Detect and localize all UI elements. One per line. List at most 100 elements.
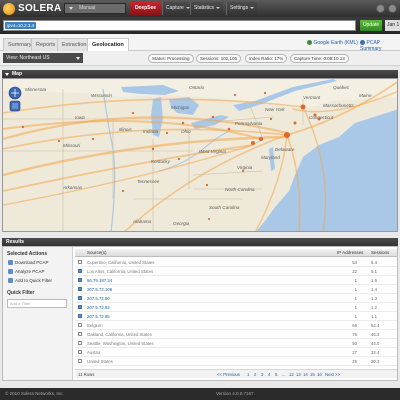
page-link[interactable]: ... bbox=[282, 372, 286, 377]
row-ip-count: 1 bbox=[354, 277, 357, 283]
row-checkbox[interactable] bbox=[78, 296, 82, 300]
map-label: Alabama bbox=[132, 219, 152, 224]
profile-select[interactable]: Manual bbox=[64, 3, 126, 14]
page-link[interactable]: 5 bbox=[275, 372, 277, 377]
page-link[interactable]: 14 bbox=[303, 372, 308, 377]
row-ip-count: 27 bbox=[352, 349, 357, 355]
view-select-value: View: Northeast US bbox=[6, 55, 50, 61]
table-row[interactable]: 207.5.72.95 1 1.1 bbox=[75, 312, 397, 321]
help-icon[interactable] bbox=[376, 4, 385, 13]
add-quick-filter-action[interactable]: Add to Quick Filter bbox=[8, 278, 52, 284]
page-link[interactable]: 4 bbox=[268, 372, 270, 377]
row-ip-count: 22 bbox=[352, 268, 357, 274]
row-checkbox[interactable] bbox=[78, 287, 82, 291]
deepsee-button[interactable]: DeepSee bbox=[130, 2, 161, 15]
page-link[interactable]: 15 bbox=[310, 372, 315, 377]
tab-geolocation[interactable]: Geolocation bbox=[87, 38, 129, 52]
tab-reports[interactable]: Reports bbox=[31, 38, 61, 51]
row-source: 207.5.72.90 bbox=[87, 295, 110, 301]
brand-name: SOLERA bbox=[18, 3, 62, 14]
map-label: Indiana bbox=[143, 129, 159, 134]
row-sessions: 1.1 bbox=[371, 313, 377, 319]
results-panel-header[interactable]: Results bbox=[2, 238, 398, 246]
status-capture-time: Capture Time: 0:08:10.13 bbox=[290, 54, 349, 63]
page-link[interactable]: 13 bbox=[296, 372, 301, 377]
previous-page-link[interactable]: << Previous bbox=[217, 372, 240, 377]
column-header-ip-addresses[interactable]: IP Addresses bbox=[337, 250, 363, 255]
row-ip-count: 25 bbox=[352, 358, 357, 364]
brand-logo[interactable]: SOLERA bbox=[3, 2, 61, 15]
chevron-down-icon bbox=[76, 56, 80, 60]
next-page-link[interactable]: Next >> bbox=[325, 372, 340, 377]
page-link[interactable]: 1 bbox=[247, 372, 249, 377]
map-panel-header[interactable]: Map bbox=[2, 70, 398, 78]
document-icon bbox=[360, 40, 365, 45]
menu-capture[interactable]: Capture bbox=[162, 2, 193, 15]
table-row[interactable]: 207.5.72.90 1 1.3 bbox=[75, 294, 397, 303]
map-label: Québec bbox=[333, 85, 350, 90]
row-checkbox[interactable] bbox=[78, 323, 82, 327]
table-row[interactable]: Oakland, California, United States 76 46.3 bbox=[75, 330, 397, 339]
table-row[interactable]: 207.5.72.93 1 1.2 bbox=[75, 303, 397, 312]
geolocation-map[interactable]: Minnesota Wisconsin Ontario Québec Michi… bbox=[2, 78, 398, 232]
download-icon bbox=[8, 260, 13, 265]
table-row[interactable]: Austria 27 32.4 bbox=[75, 348, 397, 357]
map-canvas[interactable]: Minnesota Wisconsin Ontario Québec Michi… bbox=[3, 79, 398, 232]
row-checkbox[interactable] bbox=[78, 314, 82, 318]
quick-filter-input[interactable]: Add a Filter bbox=[7, 299, 67, 308]
analyze-pcap-action[interactable]: Analyze PCAP bbox=[8, 269, 45, 275]
row-checkbox[interactable] bbox=[78, 332, 82, 336]
row-source: Belgium bbox=[87, 322, 103, 328]
row-count: 11 Rows bbox=[78, 372, 95, 377]
row-sessions: 44.0 bbox=[371, 340, 380, 346]
map-label: Delaware bbox=[275, 147, 295, 152]
date-range-selector[interactable]: Jan 1 bbox=[385, 20, 400, 31]
page-link[interactable]: 16 bbox=[317, 372, 322, 377]
row-checkbox[interactable] bbox=[78, 341, 82, 345]
user-icon[interactable] bbox=[388, 4, 397, 13]
menu-settings[interactable]: Settings bbox=[226, 2, 258, 15]
column-header-sessions[interactable]: Sessions bbox=[371, 250, 389, 255]
column-header-source[interactable]: Source(s) bbox=[87, 250, 107, 255]
google-earth-link[interactable]: Google Earth (KML) bbox=[307, 40, 358, 46]
row-sessions: 30.3 bbox=[371, 358, 380, 364]
row-checkbox[interactable] bbox=[78, 269, 82, 273]
pagination: 11 Rows << Previous 1 2 3 4 5... 12 13 14 15 16 N… bbox=[75, 369, 397, 378]
chevron-down-icon bbox=[216, 6, 221, 9]
map-label: Georgia bbox=[173, 221, 190, 226]
results-panel: Selected Actions Download PCAP Analyze P… bbox=[2, 246, 398, 381]
row-checkbox[interactable] bbox=[78, 359, 82, 363]
row-source: Seattle, Washington, United States bbox=[87, 340, 154, 346]
table-row[interactable]: Los Altos, California, United States 22 5.… bbox=[75, 267, 397, 276]
map-label: Maine bbox=[359, 93, 372, 98]
row-ip-count: 53 bbox=[352, 259, 357, 265]
row-checkbox[interactable] bbox=[78, 350, 82, 354]
table-row[interactable]: 207.5.72.108 1 1.4 bbox=[75, 285, 397, 294]
row-sessions: 1.3 bbox=[371, 295, 377, 301]
row-checkbox[interactable] bbox=[78, 260, 82, 264]
row-ip-count: 1 bbox=[354, 286, 357, 292]
table-row[interactable]: Belgium 66 54.4 bbox=[75, 321, 397, 330]
row-ip-count: 66 bbox=[352, 322, 357, 328]
map-label: West Virginia bbox=[199, 149, 226, 154]
download-pcap-action[interactable]: Download PCAP bbox=[8, 260, 49, 266]
row-checkbox[interactable] bbox=[78, 278, 82, 282]
page-link[interactable]: 3 bbox=[261, 372, 263, 377]
update-button[interactable]: Update bbox=[360, 20, 382, 31]
footer: © 2010 Solera Networks, Inc. Version 4.0… bbox=[0, 388, 400, 400]
row-ip-count: 1 bbox=[354, 304, 357, 310]
view-select[interactable]: View: Northeast US bbox=[3, 53, 83, 63]
table-row[interactable]: 66.79.187.34 1 1.6 bbox=[75, 276, 397, 285]
row-source: Austria bbox=[87, 349, 101, 355]
menu-statistics[interactable]: Statistics bbox=[190, 2, 224, 15]
page-link[interactable]: 2 bbox=[254, 372, 256, 377]
table-row[interactable]: Seattle, Washington, United States 50 44.0 bbox=[75, 339, 397, 348]
row-sessions: 32.4 bbox=[371, 349, 380, 355]
table-row[interactable]: Cupertino, California, United States 53 5.… bbox=[75, 258, 397, 267]
page-link[interactable]: 12 bbox=[289, 372, 294, 377]
filter-chip[interactable]: ipv4=10.2.3.4 bbox=[5, 22, 37, 29]
table-row[interactable]: United States 25 30.3 bbox=[75, 357, 397, 366]
filter-input[interactable]: ipv4=10.2.3.4 bbox=[3, 20, 356, 31]
row-checkbox[interactable] bbox=[78, 305, 82, 309]
status-processing: Status: Processing bbox=[148, 54, 194, 63]
